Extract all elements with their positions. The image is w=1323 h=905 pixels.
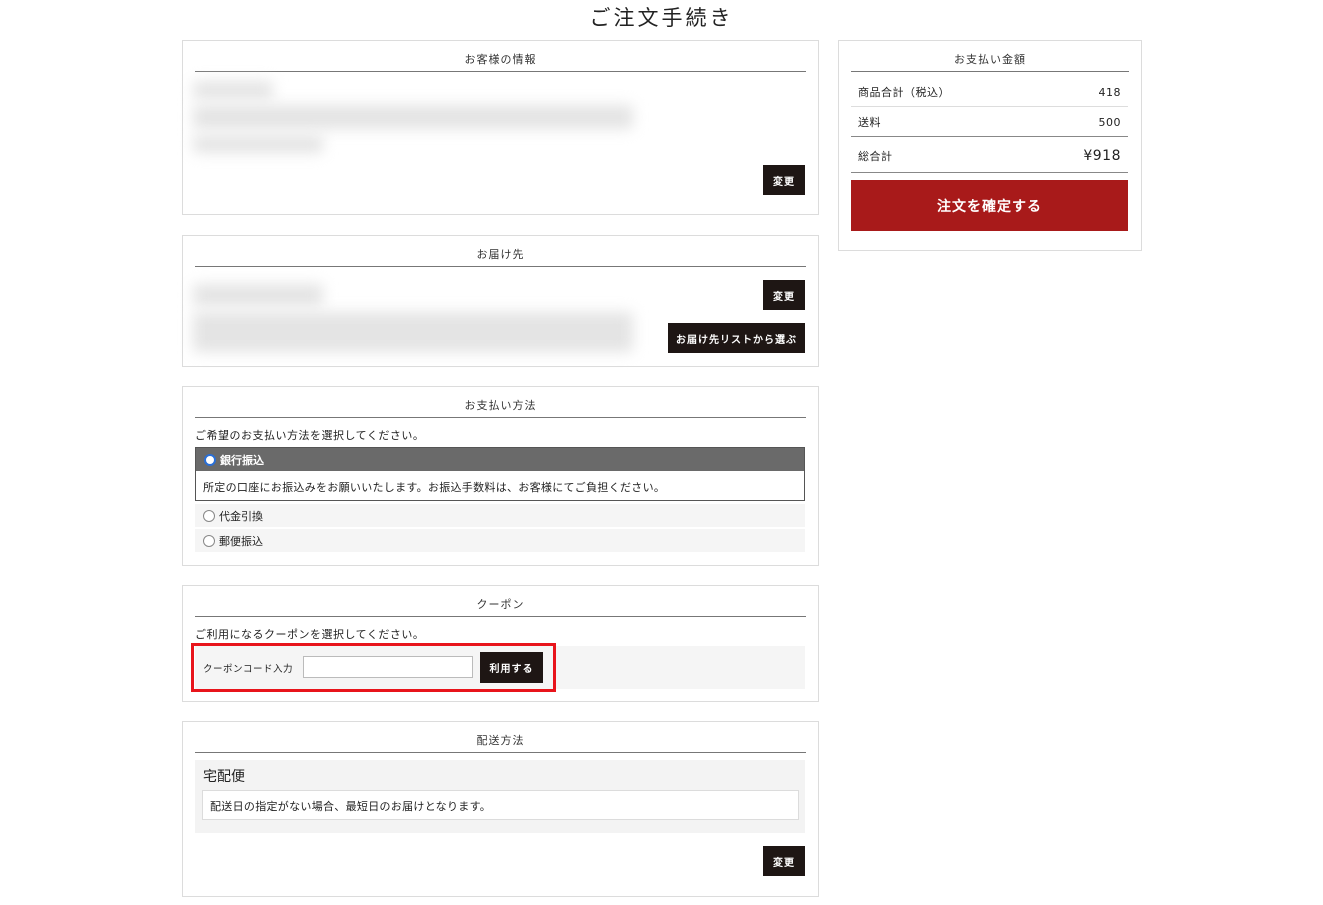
shipping-fee-label: 送料 [858,116,881,129]
page-title: ご注文手続き [589,6,734,30]
payment-option-label: 代金引換 [219,509,263,523]
payment-option-cod[interactable]: 代金引換 [195,504,805,527]
coupon-highlight-box [191,643,556,692]
payment-option-bank-transfer[interactable]: 銀行振込 所定の口座にお振込みをお願いいたします。お振込手数料は、お客様にてご負… [195,447,805,501]
coupon-intro: ご利用になるクーポンを選択してください。 [195,628,425,641]
delivery-change-button[interactable]: 変更 [763,280,805,310]
customer-info-redacted [193,135,323,153]
shipping-method-name: 宅配便 [203,769,245,785]
total-label: 総合計 [858,150,893,163]
shipping-fee-value: 500 [1098,115,1121,129]
payment-option-postal[interactable]: 郵便振込 [195,529,805,552]
customer-info-panel: お客様の情報 変更 [182,40,819,215]
payment-option-label: 銀行振込 [220,453,264,467]
shipping-panel: 配送方法 宅配便 配送日の指定がない場合、最短日のお届けとなります。 変更 [182,721,819,897]
summary-panel: お支払い金額 商品合計（税込） 418 送料 500 総合計 ¥918 注文を確… [838,40,1142,251]
customer-info-redacted [193,81,273,99]
payment-option-description: 所定の口座にお振込みをお願いいたします。お振込手数料は、お客様にてご負担ください… [203,481,666,494]
delivery-list-button[interactable]: お届け先リストから選ぶ [668,323,805,353]
shipping-method-note: 配送日の指定がない場合、最短日のお届けとなります。 [202,790,799,820]
radio-unchecked-icon[interactable] [203,509,215,522]
shipping-method-box: 宅配便 配送日の指定がない場合、最短日のお届けとなります。 [195,760,805,833]
customer-info-redacted [193,105,633,129]
delivery-title: お届け先 [195,246,806,267]
delivery-panel: お届け先 変更 お届け先リストから選ぶ [182,235,819,367]
subtotal-label: 商品合計（税込） [858,86,950,99]
summary-subtotal-row: 商品合計（税込） 418 [851,78,1128,107]
delivery-redacted [193,284,323,306]
customer-change-button[interactable]: 変更 [763,165,805,195]
summary-title: お支払い金額 [851,51,1129,72]
summary-shipping-row: 送料 500 [851,108,1128,137]
payment-panel: お支払い方法 ご希望のお支払い方法を選択してください。 銀行振込 所定の口座にお… [182,386,819,566]
payment-option-label: 郵便振込 [219,534,263,548]
total-value: ¥918 [1083,148,1121,164]
delivery-redacted [193,312,633,352]
summary-total-row: 総合計 ¥918 [851,140,1128,173]
payment-option-head[interactable]: 銀行振込 [196,448,804,471]
confirm-order-button[interactable]: 注文を確定する [851,180,1128,231]
shipping-title: 配送方法 [195,732,806,753]
radio-checked-icon[interactable] [204,453,216,466]
radio-unchecked-icon[interactable] [203,534,215,547]
customer-info-title: お客様の情報 [195,51,806,72]
subtotal-value: 418 [1098,85,1121,99]
shipping-change-button[interactable]: 変更 [763,846,805,876]
payment-title: お支払い方法 [195,397,806,418]
coupon-title: クーポン [195,596,806,617]
payment-intro: ご希望のお支払い方法を選択してください。 [195,429,425,442]
